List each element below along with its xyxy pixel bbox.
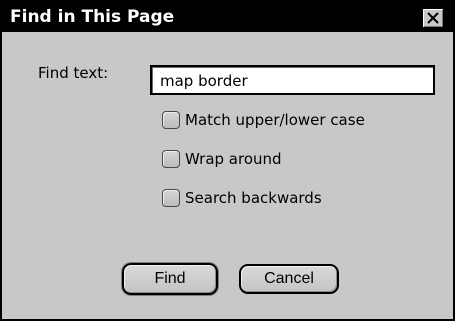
match-case-checkbox[interactable] xyxy=(162,111,180,129)
search-backwards-checkbox[interactable] xyxy=(162,189,180,207)
title-bar[interactable]: Find in This Page xyxy=(2,2,453,32)
wrap-around-option[interactable]: Wrap around xyxy=(162,149,282,169)
find-button[interactable]: Find xyxy=(122,263,218,295)
wrap-around-checkbox[interactable] xyxy=(162,150,180,168)
close-icon xyxy=(427,12,439,24)
cancel-button[interactable]: Cancel xyxy=(239,264,339,294)
find-dialog: Find in This Page Find text: map border … xyxy=(0,0,455,321)
search-backwards-option[interactable]: Search backwards xyxy=(162,188,322,208)
search-backwards-label: Search backwards xyxy=(185,189,322,207)
match-case-option[interactable]: Match upper/lower case xyxy=(162,110,365,130)
dialog-title: Find in This Page xyxy=(10,7,175,27)
find-text-label: Find text: xyxy=(38,64,109,82)
find-text-input[interactable]: map border xyxy=(150,65,435,95)
wrap-around-label: Wrap around xyxy=(185,150,282,168)
close-button[interactable] xyxy=(422,8,444,28)
match-case-label: Match upper/lower case xyxy=(185,111,365,129)
